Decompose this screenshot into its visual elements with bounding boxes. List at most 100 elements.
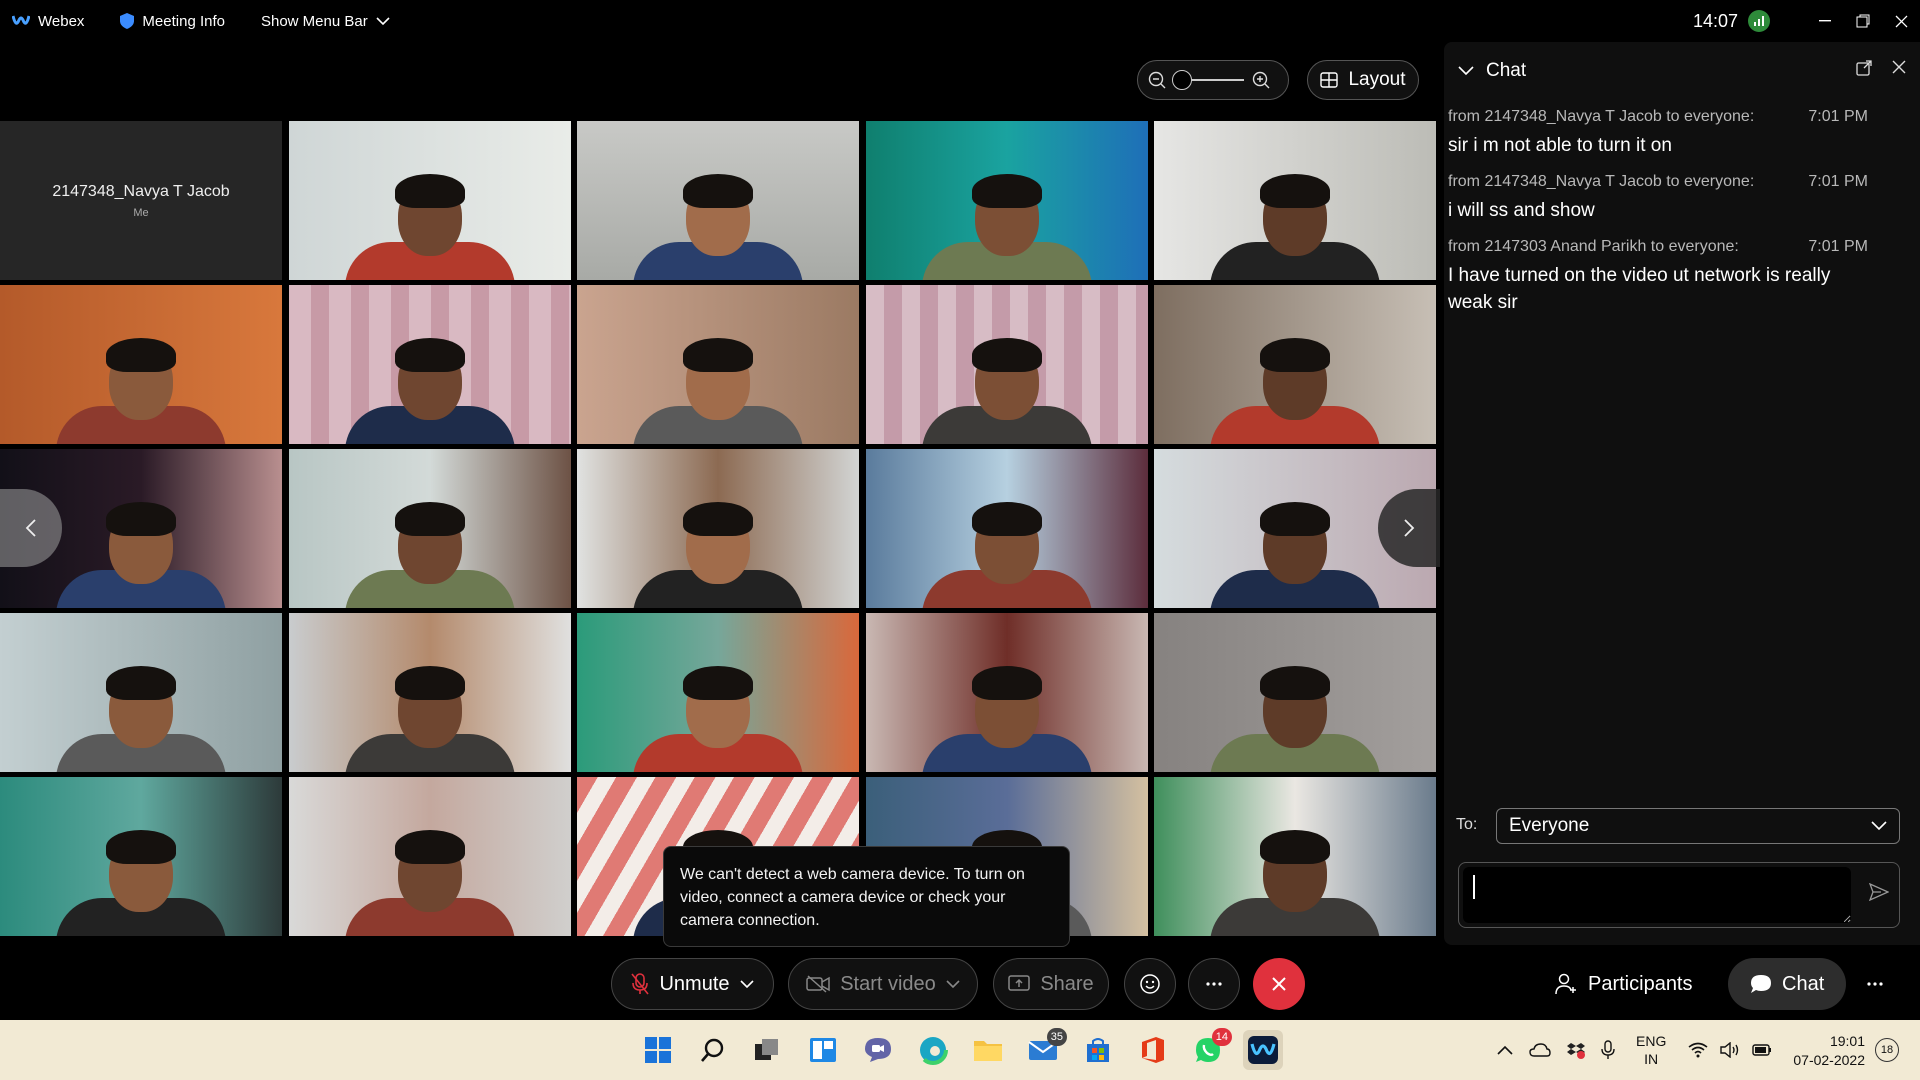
minimize-button[interactable] [1806, 0, 1844, 42]
zoom-in-icon[interactable] [1252, 71, 1270, 89]
zoom-control [1137, 60, 1289, 100]
webex-logo-icon [12, 15, 30, 25]
participant-video-feed [1210, 660, 1380, 772]
participant-video-tile[interactable] [1154, 285, 1436, 444]
participant-video-feed [345, 168, 515, 280]
participant-video-tile[interactable] [866, 449, 1148, 608]
chevron-down-icon[interactable] [946, 979, 960, 989]
windows-start-icon [645, 1037, 671, 1063]
camera-warning-text: We can't detect a web camera device. To … [680, 866, 1025, 929]
participant-video-feed [345, 332, 515, 444]
task-view-button[interactable] [747, 1030, 787, 1070]
unmute-button[interactable]: Unmute [611, 958, 774, 1010]
participant-video-feed [633, 332, 803, 444]
participant-video-tile[interactable] [289, 285, 571, 444]
show-menu-bar-button[interactable]: Show Menu Bar [261, 13, 390, 30]
participant-video-tile[interactable] [577, 285, 859, 444]
send-icon[interactable] [1869, 883, 1889, 901]
search-icon [701, 1038, 724, 1062]
participant-video-feed [1210, 332, 1380, 444]
dropbox-icon[interactable] [1567, 1041, 1585, 1059]
wifi-icon [1688, 1042, 1708, 1058]
chevron-down-icon[interactable] [739, 979, 754, 989]
chat-message-sender: from 2147303 Anand Parikh to everyone: [1448, 238, 1739, 255]
chat-button[interactable]: Chat [1728, 958, 1847, 1010]
chat-bubble-icon [1751, 975, 1771, 993]
zoom-out-icon[interactable] [1148, 71, 1166, 89]
chat-message-text: sir i m not able to turn it on [1448, 135, 1672, 156]
participant-video-feed [922, 496, 1092, 608]
chat-message-meta: from 2147348_Navya T Jacob to everyone: 7… [1448, 108, 1868, 126]
participant-video-tile[interactable] [1154, 121, 1436, 280]
webex-taskbar-button[interactable] [1243, 1030, 1283, 1070]
edge-browser-icon [918, 1035, 948, 1065]
participant-video-tile[interactable] [0, 777, 282, 936]
participant-video-feed [922, 168, 1092, 280]
restore-button[interactable] [1844, 0, 1882, 42]
participant-video-tile[interactable] [577, 613, 859, 772]
layout-button[interactable]: Layout [1307, 60, 1419, 100]
notification-center-badge[interactable]: 18 [1875, 1038, 1899, 1062]
meeting-info-label: Meeting Info [142, 12, 225, 30]
participant-video-tile[interactable] [289, 449, 571, 608]
participant-video-tile[interactable] [0, 285, 282, 444]
recipient-select[interactable]: Everyone [1496, 808, 1900, 844]
close-icon[interactable] [1892, 60, 1906, 74]
more-options-button[interactable] [1188, 958, 1240, 1010]
microphone-icon[interactable] [1601, 1040, 1615, 1060]
participant-video-tile[interactable] [1154, 613, 1436, 772]
participants-button[interactable]: Participants [1554, 958, 1693, 1010]
webex-app-menu[interactable]: Webex [12, 13, 84, 30]
more-panels-button[interactable] [1867, 958, 1883, 1010]
store-button[interactable] [1078, 1030, 1118, 1070]
windows-taskbar: 35 14 ENG IN 19:01 07-02-2022 18 [0, 1020, 1920, 1080]
reactions-button[interactable] [1124, 958, 1176, 1010]
participant-video-tile[interactable] [866, 613, 1148, 772]
chat-panel-header[interactable]: Chat [1458, 60, 1526, 82]
search-button[interactable] [693, 1030, 733, 1070]
chevron-down-icon [1871, 821, 1887, 831]
share-button[interactable]: Share [993, 958, 1109, 1010]
title-bar: Webex Meeting Info Show Menu Bar 14:07 [0, 0, 1920, 42]
participant-video-tile[interactable] [577, 121, 859, 280]
self-video-tile[interactable]: 2147348_Navya T Jacob Me [0, 121, 282, 280]
office-button[interactable] [1133, 1030, 1173, 1070]
meeting-info-button[interactable]: Meeting Info [120, 13, 225, 30]
participant-video-tile[interactable] [289, 613, 571, 772]
onedrive-cloud-icon[interactable] [1529, 1043, 1551, 1057]
whatsapp-button[interactable]: 14 [1188, 1028, 1232, 1070]
zoom-slider-knob[interactable] [1172, 70, 1192, 90]
chevron-up-icon[interactable] [1497, 1045, 1513, 1055]
file-explorer-button[interactable] [968, 1030, 1008, 1070]
close-window-button[interactable] [1882, 0, 1920, 42]
participant-video-tile[interactable] [577, 449, 859, 608]
participant-video-tile[interactable] [1154, 777, 1436, 936]
zoom-slider[interactable] [1172, 70, 1244, 90]
participant-video-tile[interactable] [0, 613, 282, 772]
edge-browser-button[interactable] [913, 1030, 953, 1070]
mail-button[interactable]: 35 [1023, 1028, 1067, 1070]
participant-video-feed [922, 332, 1092, 444]
chat-message-list: from 2147348_Navya T Jacob to everyone: 7… [1448, 108, 1868, 330]
participant-video-tile[interactable] [866, 285, 1148, 444]
participants-icon [1555, 973, 1576, 995]
quick-settings[interactable] [1688, 1020, 1772, 1080]
language-indicator[interactable]: ENG IN [1636, 1020, 1666, 1080]
pop-out-icon[interactable] [1856, 60, 1872, 76]
chat-message-input[interactable] [1463, 867, 1851, 923]
widgets-button[interactable] [803, 1030, 843, 1070]
teams-chat-button[interactable] [858, 1030, 898, 1070]
participant-video-tile[interactable] [289, 777, 571, 936]
participants-label: Participants [1588, 972, 1693, 995]
start-button[interactable] [638, 1030, 678, 1070]
network-health-icon[interactable] [1748, 10, 1770, 32]
participant-video-tile[interactable] [289, 121, 571, 280]
unmute-label: Unmute [659, 972, 730, 995]
participant-video-tile[interactable] [866, 121, 1148, 280]
chat-message-time: 7:01 PM [1808, 173, 1868, 190]
system-clock[interactable]: 19:01 07-02-2022 [1785, 1032, 1865, 1070]
leave-meeting-button[interactable] [1253, 958, 1305, 1010]
chat-message-time: 7:01 PM [1808, 238, 1868, 255]
chevron-down-icon[interactable] [1458, 66, 1474, 76]
start-video-button[interactable]: Start video [788, 958, 978, 1010]
